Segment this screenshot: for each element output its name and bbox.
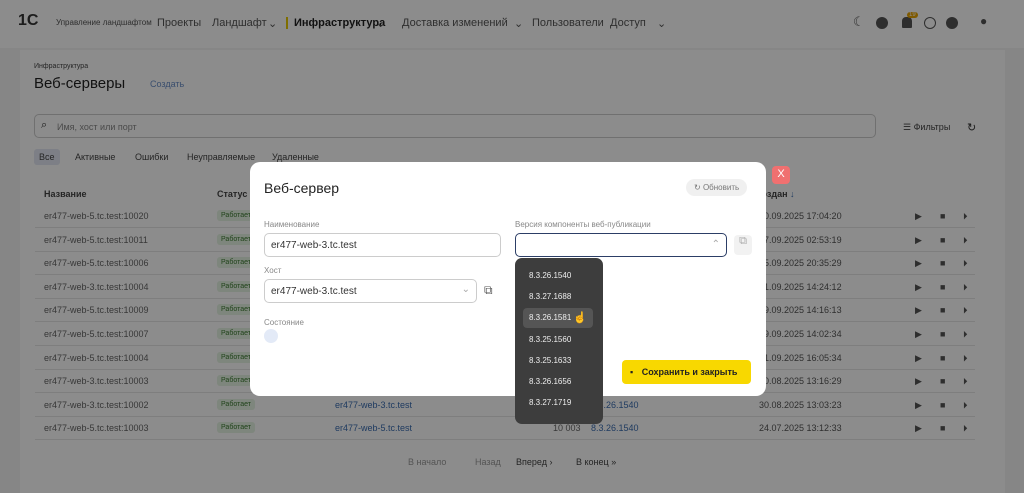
version-option[interactable]: 8.3.25.1633 <box>523 351 593 371</box>
dialog-title: Веб-сервер <box>264 180 340 196</box>
close-button[interactable]: X <box>772 166 790 184</box>
refresh-button[interactable]: ↻ Обновить <box>686 179 748 196</box>
version-label: Версия компоненты веб-публикации <box>515 220 651 229</box>
version-option[interactable]: 8.3.26.1656 <box>523 372 593 392</box>
host-select[interactable]: er477-web-3.tc.test ⌄ <box>264 279 477 303</box>
version-select[interactable]: ⌃ <box>515 233 727 257</box>
version-dropdown: 8.3.26.1540 8.3.27.1688 8.3.26.1581 8.3.25.… <box>515 258 603 424</box>
name-input[interactable]: er477-web-3.tc.test <box>264 233 501 257</box>
open-link-icon[interactable]: ⧉ <box>734 235 752 255</box>
cursor-icon: ☝ <box>573 312 587 324</box>
version-option[interactable]: 8.3.26.1540 <box>523 266 593 286</box>
host-label: Хост <box>264 266 282 275</box>
web-server-dialog: Веб-сервер ↻ Обновить Наименование er477… <box>250 162 766 396</box>
host-value: er477-web-3.tc.test <box>271 286 357 297</box>
state-label: Состояние <box>264 318 304 327</box>
save-label: Сохранить и закрыть <box>641 367 738 377</box>
state-toggle[interactable] <box>264 329 278 343</box>
version-option[interactable]: 8.3.25.1560 <box>523 330 593 350</box>
open-link-icon[interactable]: ⧉ <box>484 283 493 298</box>
version-option[interactable]: 8.3.27.1688 <box>523 287 593 307</box>
refresh-label: Обновить <box>702 183 740 192</box>
save-and-close-button[interactable]: ▪ Сохранить и закрыть <box>622 360 751 384</box>
chevron-up-icon: ⌃ <box>711 239 720 250</box>
chevron-down-icon: ⌄ <box>461 284 470 295</box>
name-label: Наименование <box>264 220 320 229</box>
version-option[interactable]: 8.3.27.1719 <box>523 393 593 413</box>
